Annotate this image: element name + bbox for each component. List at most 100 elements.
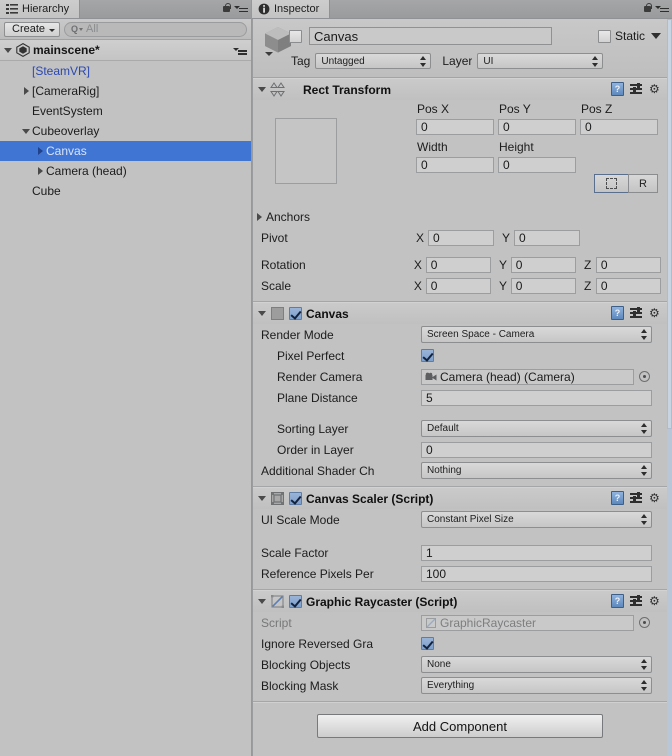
- help-icon[interactable]: ?: [611, 306, 624, 320]
- inspector-scrollbar[interactable]: [667, 19, 672, 756]
- component-foldout-icon[interactable]: [258, 311, 266, 316]
- hierarchy-item-camera-head[interactable]: Camera (head): [0, 161, 251, 181]
- object-picker-icon[interactable]: [639, 371, 650, 382]
- panel-menu-icon[interactable]: [655, 3, 669, 13]
- gear-icon[interactable]: ⚙: [649, 83, 662, 96]
- tab-hierarchy[interactable]: Hierarchy: [0, 0, 81, 18]
- raw-edit-mode-button[interactable]: R: [628, 174, 658, 193]
- create-button[interactable]: Create: [4, 21, 61, 37]
- hierarchy-item-cubeoverlay[interactable]: Cubeoverlay: [0, 121, 251, 141]
- rotation-row: Rotation X 0 Y 0 Z 0: [253, 254, 667, 275]
- chevron-right-icon[interactable]: [37, 167, 43, 175]
- render-mode-dropdown[interactable]: Screen Space - Camera: [421, 326, 652, 343]
- chevron-right-icon[interactable]: [23, 87, 29, 95]
- chevron-down-icon[interactable]: [22, 128, 30, 134]
- panel-menu-icon[interactable]: [234, 3, 248, 13]
- scene-row[interactable]: mainscene*: [0, 40, 251, 61]
- rect-anchor-preview[interactable]: [275, 118, 337, 184]
- static-checkbox[interactable]: [597, 29, 611, 43]
- pos-y-input[interactable]: 0: [498, 119, 576, 135]
- help-icon[interactable]: ?: [611, 82, 624, 96]
- chevron-right-icon[interactable]: [37, 147, 43, 155]
- anchors-foldout-icon[interactable]: [257, 212, 262, 221]
- component-enabled-checkbox[interactable]: [289, 595, 302, 608]
- hierarchy-icon: [6, 3, 18, 15]
- gameobject-enabled-checkbox[interactable]: [289, 30, 302, 43]
- blueprint-mode-button[interactable]: [594, 174, 628, 193]
- anchors-label: Anchors: [266, 209, 311, 224]
- height-input[interactable]: 0: [498, 157, 576, 173]
- gear-icon[interactable]: ⚙: [649, 492, 662, 505]
- pos-z-input[interactable]: 0: [580, 119, 658, 135]
- rotation-x-input[interactable]: 0: [425, 256, 491, 273]
- scene-menu-icon[interactable]: [233, 45, 247, 55]
- rotation-z-input[interactable]: 0: [595, 256, 661, 273]
- plane-distance-input[interactable]: 5: [421, 389, 652, 406]
- gameobject-name-input[interactable]: Canvas: [309, 27, 552, 45]
- hierarchy-item-steamvr[interactable]: [SteamVR]: [0, 61, 251, 81]
- help-icon[interactable]: ?: [611, 594, 624, 608]
- component-foldout-icon[interactable]: [258, 87, 266, 92]
- rotation-y-input[interactable]: 0: [510, 256, 576, 273]
- component-header[interactable]: Graphic Raycaster (Script) ? ⚙: [253, 591, 667, 612]
- scale-z-input[interactable]: 0: [595, 277, 661, 294]
- component-enabled-checkbox[interactable]: [289, 307, 302, 320]
- hierarchy-item-foldout-icon[interactable]: [34, 167, 46, 175]
- blocking-mask-dropdown[interactable]: Everything: [421, 677, 652, 694]
- static-dropdown-chevron-icon[interactable]: [651, 33, 661, 39]
- hierarchy-item-canvas[interactable]: Canvas: [0, 141, 251, 161]
- layer-value: UI: [483, 55, 494, 67]
- gear-icon[interactable]: ⚙: [649, 307, 662, 320]
- blocking-objects-dropdown[interactable]: None: [421, 656, 652, 673]
- hierarchy-item-foldout-icon[interactable]: [20, 128, 32, 134]
- component-foldout-icon[interactable]: [258, 599, 266, 604]
- lock-icon[interactable]: [643, 2, 652, 13]
- preset-icon[interactable]: [630, 83, 643, 95]
- component-enabled-checkbox[interactable]: [289, 492, 302, 505]
- hierarchy-item-cube[interactable]: Cube: [0, 181, 251, 201]
- object-picker-icon[interactable]: [639, 617, 650, 628]
- hierarchy-item-camerarig[interactable]: [CameraRig]: [0, 81, 251, 101]
- component-header[interactable]: Canvas ? ⚙: [253, 303, 667, 324]
- tab-inspector[interactable]: Inspector: [252, 0, 331, 18]
- width-input[interactable]: 0: [416, 157, 494, 173]
- preset-icon[interactable]: [630, 595, 643, 607]
- pos-x-input[interactable]: 0: [416, 119, 494, 135]
- scale-factor-input[interactable]: 1: [421, 544, 652, 561]
- preset-icon[interactable]: [630, 492, 643, 504]
- hierarchy-item-foldout-icon[interactable]: [20, 87, 32, 95]
- blocking-objects-label: Blocking Objects: [261, 657, 351, 672]
- pivot-x-input[interactable]: 0: [428, 229, 494, 246]
- inspector-scrollbar-thumb[interactable]: [667, 19, 672, 429]
- hierarchy-search-input[interactable]: Q All: [64, 21, 247, 37]
- layer-dropdown[interactable]: UI: [477, 53, 604, 69]
- lock-icon[interactable]: [222, 2, 231, 13]
- pixel-perfect-checkbox[interactable]: [421, 349, 434, 362]
- sorting-layer-dropdown[interactable]: Default: [421, 420, 652, 437]
- order-in-layer-input[interactable]: 0: [421, 441, 652, 458]
- ignore-reversed-graphics-checkbox[interactable]: [421, 637, 434, 650]
- preset-icon[interactable]: [630, 307, 643, 319]
- search-filter-chevron-icon[interactable]: [79, 27, 84, 31]
- component-foldout-icon[interactable]: [258, 496, 266, 501]
- anchors-row[interactable]: Anchors: [253, 206, 667, 227]
- scale-y-input[interactable]: 0: [510, 277, 576, 294]
- help-icon[interactable]: ?: [611, 491, 624, 505]
- add-component-button[interactable]: Add Component: [317, 714, 603, 738]
- render-camera-objectfield[interactable]: Camera (head) (Camera): [421, 368, 634, 385]
- component-header[interactable]: Canvas Scaler (Script) ? ⚙: [253, 488, 667, 509]
- additional-shader-channels-dropdown[interactable]: Nothing: [421, 462, 652, 479]
- scale-row: Scale X 0 Y 0 Z 0: [253, 275, 667, 296]
- component-header[interactable]: Rect Transform ? ⚙: [253, 79, 667, 100]
- gear-icon[interactable]: ⚙: [649, 595, 662, 608]
- order-in-layer-row: Order in Layer 0: [253, 439, 667, 460]
- ui-scale-mode-dropdown[interactable]: Constant Pixel Size: [421, 511, 652, 528]
- tag-dropdown[interactable]: Untagged: [315, 53, 432, 69]
- hierarchy-item-label: EventSystem: [32, 104, 103, 118]
- pivot-y-input[interactable]: 0: [514, 229, 580, 246]
- reference-pixels-per-unit-input[interactable]: 100: [421, 565, 652, 582]
- scale-x-input[interactable]: 0: [425, 277, 491, 294]
- hierarchy-item-eventsystem[interactable]: EventSystem: [0, 101, 251, 121]
- hierarchy-item-foldout-icon[interactable]: [34, 147, 46, 155]
- scene-foldout-icon[interactable]: [4, 47, 12, 53]
